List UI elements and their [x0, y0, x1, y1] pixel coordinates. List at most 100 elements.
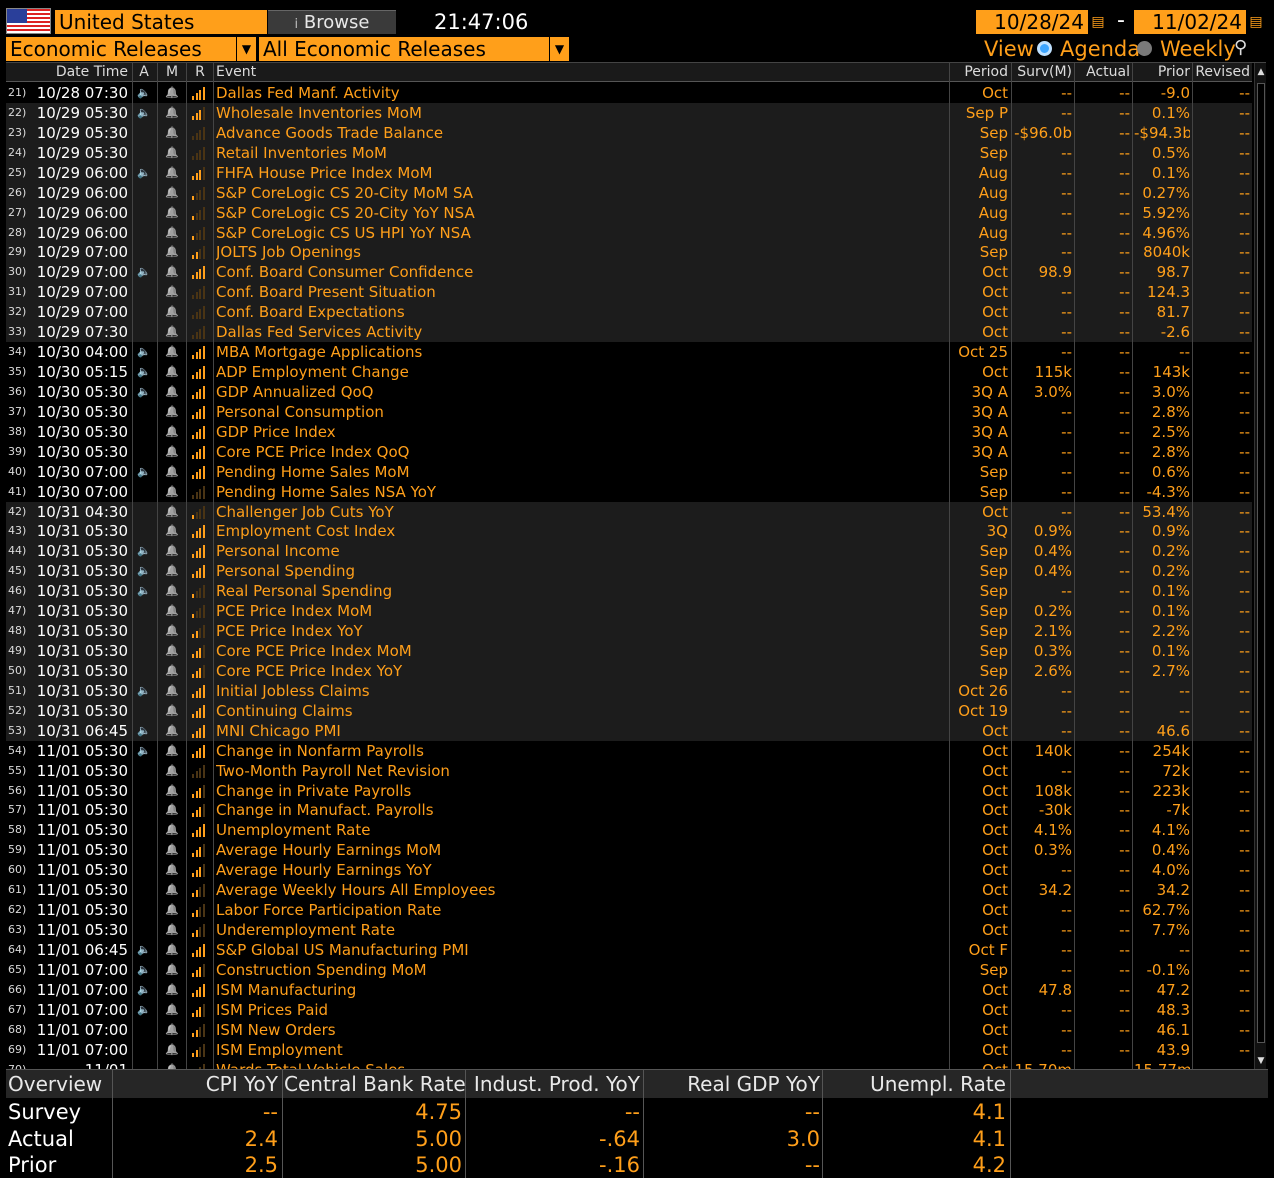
speaker-icon-empty[interactable]	[136, 1020, 152, 1040]
bell-icon[interactable]: 🔔	[164, 860, 180, 880]
table-row[interactable]: 66) 11/01 07:00 🔈 🔔 ISM Manufacturing Oct 47.8…	[6, 979, 1252, 1000]
speaker-icon-empty[interactable]	[136, 442, 152, 462]
bell-icon[interactable]: 🔔	[164, 422, 180, 442]
table-row[interactable]: 54) 11/01 05:30 🔈 🔔 Change in Nonfarm Payrol…	[6, 740, 1252, 761]
date-from-input[interactable]: 10/28/24	[976, 10, 1088, 34]
col-memo[interactable]: M	[164, 63, 180, 82]
bell-icon[interactable]: 🔔	[164, 741, 180, 761]
agenda-label[interactable]: Agenda	[1060, 36, 1140, 62]
bell-icon[interactable]: 🔔	[164, 163, 180, 183]
bell-icon[interactable]: 🔔	[164, 541, 180, 561]
speaker-icon[interactable]: 🔈	[136, 1000, 152, 1020]
date-to-input[interactable]: 11/02/24	[1134, 10, 1246, 34]
speaker-icon[interactable]: 🔈	[136, 342, 152, 362]
speaker-icon-empty[interactable]	[136, 900, 152, 920]
table-row[interactable]: 30) 10/29 07:00 🔈 🔔 Conf. Board Consumer Con…	[6, 262, 1252, 283]
table-row[interactable]: 41) 10/30 07:00 🔔 Pending Home Sales NSA Yo…	[6, 481, 1252, 502]
table-row[interactable]: 59) 11/01 05:30 🔔 Average Hourly Earnings M…	[6, 840, 1252, 861]
row-event[interactable]: Construction Spending MoM	[216, 960, 946, 980]
row-event[interactable]: S&P CoreLogic CS 20-City MoM SA	[216, 183, 946, 203]
row-event[interactable]: Change in Nonfarm Payrolls	[216, 741, 946, 761]
bell-icon[interactable]: 🔔	[164, 701, 180, 721]
row-event[interactable]: Wholesale Inventories MoM	[216, 103, 946, 123]
row-event[interactable]: Underemployment Rate	[216, 920, 946, 940]
row-event[interactable]: Change in Private Payrolls	[216, 781, 946, 801]
row-event[interactable]: JOLTS Job Openings	[216, 242, 946, 262]
chevron-down-icon[interactable]: ▼	[236, 37, 256, 61]
speaker-icon[interactable]: 🔈	[136, 561, 152, 581]
bell-icon[interactable]: 🔔	[164, 661, 180, 681]
table-row[interactable]: 68) 11/01 07:00 🔔 ISM New Orders Oct -- -- 46.1…	[6, 1019, 1252, 1040]
bell-icon[interactable]: 🔔	[164, 462, 180, 482]
row-event[interactable]: ISM New Orders	[216, 1020, 946, 1040]
row-event[interactable]: Labor Force Participation Rate	[216, 900, 946, 920]
speaker-icon[interactable]: 🔈	[136, 103, 152, 123]
table-row[interactable]: 45) 10/31 05:30 🔈 🔔 Personal Spending Sep 0.4%…	[6, 561, 1252, 582]
calendar-icon[interactable]: ▤	[1247, 10, 1265, 34]
col-event[interactable]: Event	[216, 63, 256, 82]
bell-icon[interactable]: 🔔	[164, 123, 180, 143]
speaker-icon-empty[interactable]	[136, 322, 152, 342]
table-row[interactable]: 48) 10/31 05:30 🔔 PCE Price Index YoY Sep 2.1…	[6, 621, 1252, 642]
bell-icon[interactable]: 🔔	[164, 382, 180, 402]
row-event[interactable]: ADP Employment Change	[216, 362, 946, 382]
bell-icon[interactable]: 🔔	[164, 601, 180, 621]
bell-icon[interactable]: 🔔	[164, 282, 180, 302]
bell-icon[interactable]: 🔔	[164, 761, 180, 781]
row-event[interactable]: Employment Cost Index	[216, 521, 946, 541]
row-event[interactable]: Change in Manufact. Payrolls	[216, 800, 946, 820]
bell-icon[interactable]: 🔔	[164, 920, 180, 940]
row-event[interactable]: GDP Price Index	[216, 422, 946, 442]
bell-icon[interactable]: 🔔	[164, 322, 180, 342]
bell-icon[interactable]: 🔔	[164, 362, 180, 382]
table-row[interactable]: 39) 10/30 05:30 🔔 Core PCE Price Index QoQ 3…	[6, 441, 1252, 462]
speaker-icon[interactable]: 🔈	[136, 581, 152, 601]
speaker-icon[interactable]: 🔈	[136, 980, 152, 1000]
row-event[interactable]: MNI Chicago PMI	[216, 721, 946, 741]
table-row[interactable]: 47) 10/31 05:30 🔔 PCE Price Index MoM Sep 0.2…	[6, 601, 1252, 622]
speaker-icon-empty[interactable]	[136, 502, 152, 522]
row-event[interactable]: Pending Home Sales NSA YoY	[216, 482, 946, 502]
bell-icon[interactable]: 🔔	[164, 980, 180, 1000]
speaker-icon[interactable]: 🔈	[136, 362, 152, 382]
table-row[interactable]: 51) 10/31 05:30 🔈 🔔 Initial Jobless Claims Oc…	[6, 680, 1252, 701]
table-row[interactable]: 42) 10/31 04:30 🔔 Challenger Job Cuts YoY Oc…	[6, 501, 1252, 522]
bell-icon[interactable]: 🔔	[164, 880, 180, 900]
table-row[interactable]: 35) 10/30 05:15 🔈 🔔 ADP Employment Change Oct…	[6, 362, 1252, 383]
bell-icon[interactable]: 🔔	[164, 203, 180, 223]
speaker-icon[interactable]: 🔈	[136, 262, 152, 282]
table-row[interactable]: 67) 11/01 07:00 🔈 🔔 ISM Prices Paid Oct -- -- 48…	[6, 999, 1252, 1020]
table-row[interactable]: 52) 10/31 05:30 🔔 Continuing Claims Oct 19 --…	[6, 700, 1252, 721]
row-event[interactable]: Retail Inventories MoM	[216, 143, 946, 163]
table-row[interactable]: 44) 10/31 05:30 🔈 🔔 Personal Income Sep 0.4% --…	[6, 541, 1252, 562]
row-event[interactable]: S&P CoreLogic CS 20-City YoY NSA	[216, 203, 946, 223]
table-row[interactable]: 50) 10/31 05:30 🔔 Core PCE Price Index YoY S…	[6, 660, 1252, 681]
col-relevance[interactable]: R	[192, 63, 208, 82]
speaker-icon-empty[interactable]	[136, 223, 152, 243]
col-alarm[interactable]: A	[136, 63, 152, 82]
row-event[interactable]: Conf. Board Expectations	[216, 302, 946, 322]
calendar-icon[interactable]: ▤	[1089, 10, 1107, 34]
speaker-icon[interactable]: 🔈	[136, 382, 152, 402]
speaker-icon-empty[interactable]	[136, 840, 152, 860]
speaker-icon-empty[interactable]	[136, 521, 152, 541]
bell-icon[interactable]: 🔔	[164, 820, 180, 840]
speaker-icon-empty[interactable]	[136, 203, 152, 223]
row-event[interactable]: Personal Spending	[216, 561, 946, 581]
table-row[interactable]: 24) 10/29 05:30 🔔 Retail Inventories MoM Sep…	[6, 142, 1252, 163]
col-prior[interactable]: Prior	[1134, 63, 1190, 82]
row-event[interactable]: Initial Jobless Claims	[216, 681, 946, 701]
bell-icon[interactable]: 🔔	[164, 621, 180, 641]
row-event[interactable]: Two-Month Payroll Net Revision	[216, 761, 946, 781]
speaker-icon-empty[interactable]	[136, 781, 152, 801]
speaker-icon-empty[interactable]	[136, 143, 152, 163]
table-row[interactable]: 46) 10/31 05:30 🔈 🔔 Real Personal Spending Se…	[6, 581, 1252, 602]
row-event[interactable]: PCE Price Index YoY	[216, 621, 946, 641]
table-row[interactable]: 23) 10/29 05:30 🔔 Advance Goods Trade Balan…	[6, 122, 1252, 143]
bell-icon[interactable]: 🔔	[164, 143, 180, 163]
speaker-icon-empty[interactable]	[136, 601, 152, 621]
row-event[interactable]: Personal Consumption	[216, 402, 946, 422]
speaker-icon-empty[interactable]	[136, 661, 152, 681]
table-row[interactable]: 25) 10/29 06:00 🔈 🔔 FHFA House Price Index M…	[6, 162, 1252, 183]
row-event[interactable]: Conf. Board Present Situation	[216, 282, 946, 302]
